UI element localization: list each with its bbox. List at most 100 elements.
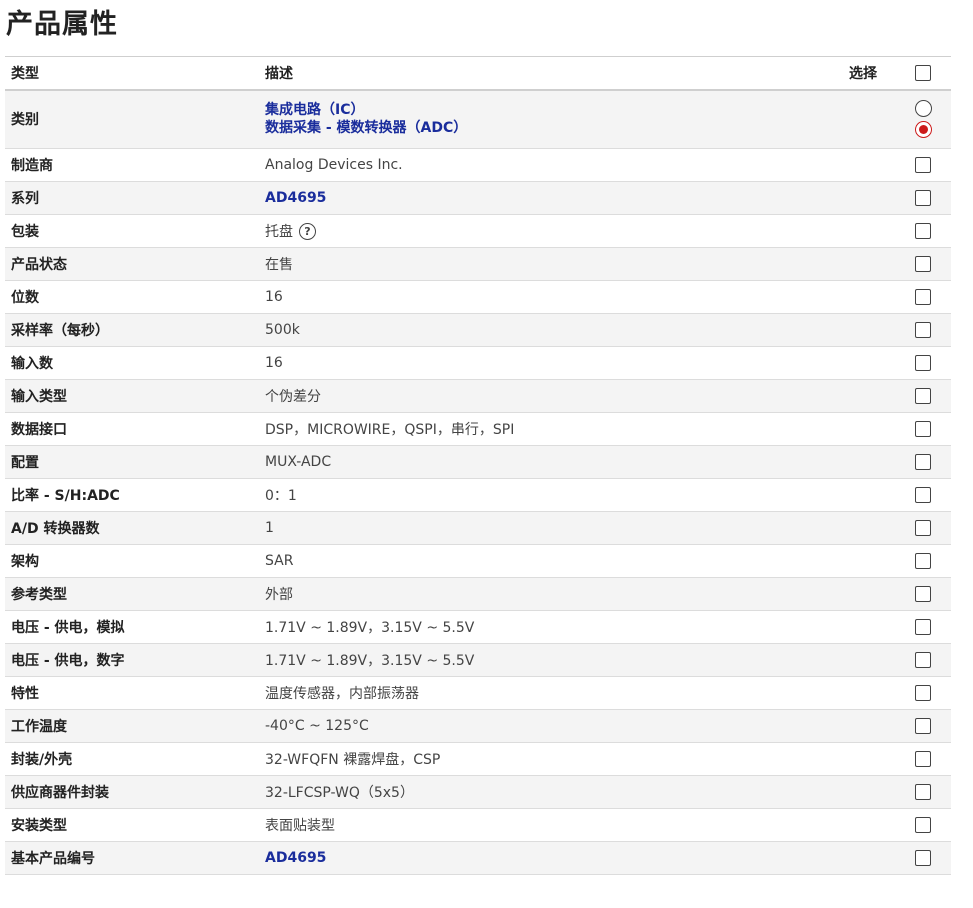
row-type: 输入类型	[5, 379, 259, 413]
row-description: 温度传感器，内部振荡器	[259, 676, 895, 710]
row-value: Analog Devices Inc.	[265, 156, 403, 173]
row-checkbox[interactable]	[915, 486, 931, 503]
row-checkbox[interactable]	[915, 618, 931, 635]
row-checkbox[interactable]	[915, 387, 931, 404]
category-radio-adc[interactable]	[914, 121, 932, 139]
row-select-cell	[895, 544, 951, 578]
row-description: 500k	[259, 313, 895, 347]
row-description: AD4695	[259, 181, 895, 215]
row-checkbox[interactable]	[915, 585, 931, 602]
row-description: MUX-ADC	[259, 445, 895, 479]
table-row: A/D 转换器数 1	[5, 511, 951, 545]
table-row: 安装类型 表面贴装型	[5, 808, 951, 842]
row-type: 输入数	[5, 346, 259, 380]
table-row: 包装 托盘?	[5, 214, 951, 248]
row-value: 32-WFQFN 裸露焊盘，CSP	[265, 751, 441, 768]
row-value: 0：1	[265, 487, 297, 504]
table-row: 供应商器件封装 32-LFCSP-WQ（5x5）	[5, 775, 951, 809]
row-description: 16	[259, 280, 895, 314]
row-checkbox[interactable]	[915, 156, 931, 173]
series-link[interactable]: AD4695	[265, 850, 326, 866]
table-row: 架构 SAR	[5, 544, 951, 578]
row-checkbox[interactable]	[915, 255, 931, 272]
row-type: 包装	[5, 214, 259, 248]
row-checkbox[interactable]	[915, 288, 931, 305]
row-description: SAR	[259, 544, 895, 578]
row-value: 托盘	[265, 223, 293, 240]
row-type: 类别	[5, 90, 259, 149]
row-checkbox[interactable]	[915, 750, 931, 767]
row-select-cell	[895, 346, 951, 380]
row-checkbox[interactable]	[915, 420, 931, 437]
row-checkbox[interactable]	[915, 321, 931, 338]
row-description: 1	[259, 511, 895, 545]
row-select-cell	[895, 808, 951, 842]
row-value: 16	[265, 288, 283, 305]
table-row: 输入数 16	[5, 346, 951, 380]
row-checkbox[interactable]	[915, 684, 931, 701]
row-description: 个伪差分	[259, 379, 895, 413]
table-row: 比率 - S/H:ADC 0：1	[5, 478, 951, 512]
help-icon[interactable]: ?	[299, 223, 316, 240]
row-description: AD4695	[259, 841, 895, 875]
row-checkbox[interactable]	[915, 651, 931, 668]
header-select-all-cell	[895, 56, 951, 91]
row-type: 产品状态	[5, 247, 259, 281]
table-row: 输入类型 个伪差分	[5, 379, 951, 413]
series-link[interactable]: AD4695	[265, 190, 326, 206]
row-type: 特性	[5, 676, 259, 710]
row-checkbox[interactable]	[915, 222, 931, 239]
row-value: SAR	[265, 552, 294, 569]
row-select-cell	[895, 181, 951, 215]
row-description: 1.71V ~ 1.89V，3.15V ~ 5.5V	[259, 643, 895, 677]
row-value: 表面贴装型	[265, 817, 335, 834]
row-select-cell	[895, 610, 951, 644]
header-select: 选择	[849, 56, 895, 91]
table-row: 工作温度 -40°C ~ 125°C	[5, 709, 951, 743]
row-checkbox[interactable]	[915, 816, 931, 833]
table-row: 位数 16	[5, 280, 951, 314]
row-checkbox[interactable]	[915, 849, 931, 866]
row-checkbox[interactable]	[915, 189, 931, 206]
row-checkbox[interactable]	[915, 519, 931, 536]
row-description: 32-LFCSP-WQ（5x5）	[259, 775, 895, 809]
header-type: 类型	[5, 56, 259, 91]
row-type: 安装类型	[5, 808, 259, 842]
row-select-cell	[895, 709, 951, 743]
row-description: 32-WFQFN 裸露焊盘，CSP	[259, 742, 895, 776]
row-type: 供应商器件封装	[5, 775, 259, 809]
row-select-cell	[895, 214, 951, 248]
row-select-cell	[895, 412, 951, 446]
row-select-cell	[895, 841, 951, 875]
row-checkbox[interactable]	[915, 717, 931, 734]
table-row: 产品状态 在售	[5, 247, 951, 281]
table-row: 采样率（每秒） 500k	[5, 313, 951, 347]
row-type: 数据接口	[5, 412, 259, 446]
row-checkbox[interactable]	[915, 783, 931, 800]
category-link-ic[interactable]: 集成电路（IC）	[265, 101, 889, 119]
table-header-row: 类型 描述 选择	[5, 56, 951, 91]
row-type: 配置	[5, 445, 259, 479]
row-type: A/D 转换器数	[5, 511, 259, 545]
row-description: 集成电路（IC） 数据采集 - 模数转换器（ADC）	[259, 90, 895, 149]
row-checkbox[interactable]	[915, 354, 931, 371]
row-type: 工作温度	[5, 709, 259, 743]
row-value: 在售	[265, 256, 293, 273]
row-value: 500k	[265, 321, 300, 338]
row-checkbox[interactable]	[915, 453, 931, 470]
row-value: 32-LFCSP-WQ（5x5）	[265, 784, 414, 801]
row-type: 比率 - S/H:ADC	[5, 478, 259, 512]
category-radio-ic[interactable]	[914, 100, 932, 118]
row-value: 16	[265, 354, 283, 371]
category-link-adc[interactable]: 数据采集 - 模数转换器（ADC）	[265, 119, 889, 137]
table-row: 电压 - 供电，模拟 1.71V ~ 1.89V，3.15V ~ 5.5V	[5, 610, 951, 644]
row-description: -40°C ~ 125°C	[259, 709, 895, 743]
row-checkbox[interactable]	[915, 552, 931, 569]
row-select-cell	[895, 577, 951, 611]
row-value: 外部	[265, 586, 293, 603]
select-all-checkbox[interactable]	[915, 65, 931, 81]
row-select-cell	[895, 247, 951, 281]
row-value: MUX-ADC	[265, 453, 332, 470]
row-select-cell	[895, 742, 951, 776]
table-row: 配置 MUX-ADC	[5, 445, 951, 479]
